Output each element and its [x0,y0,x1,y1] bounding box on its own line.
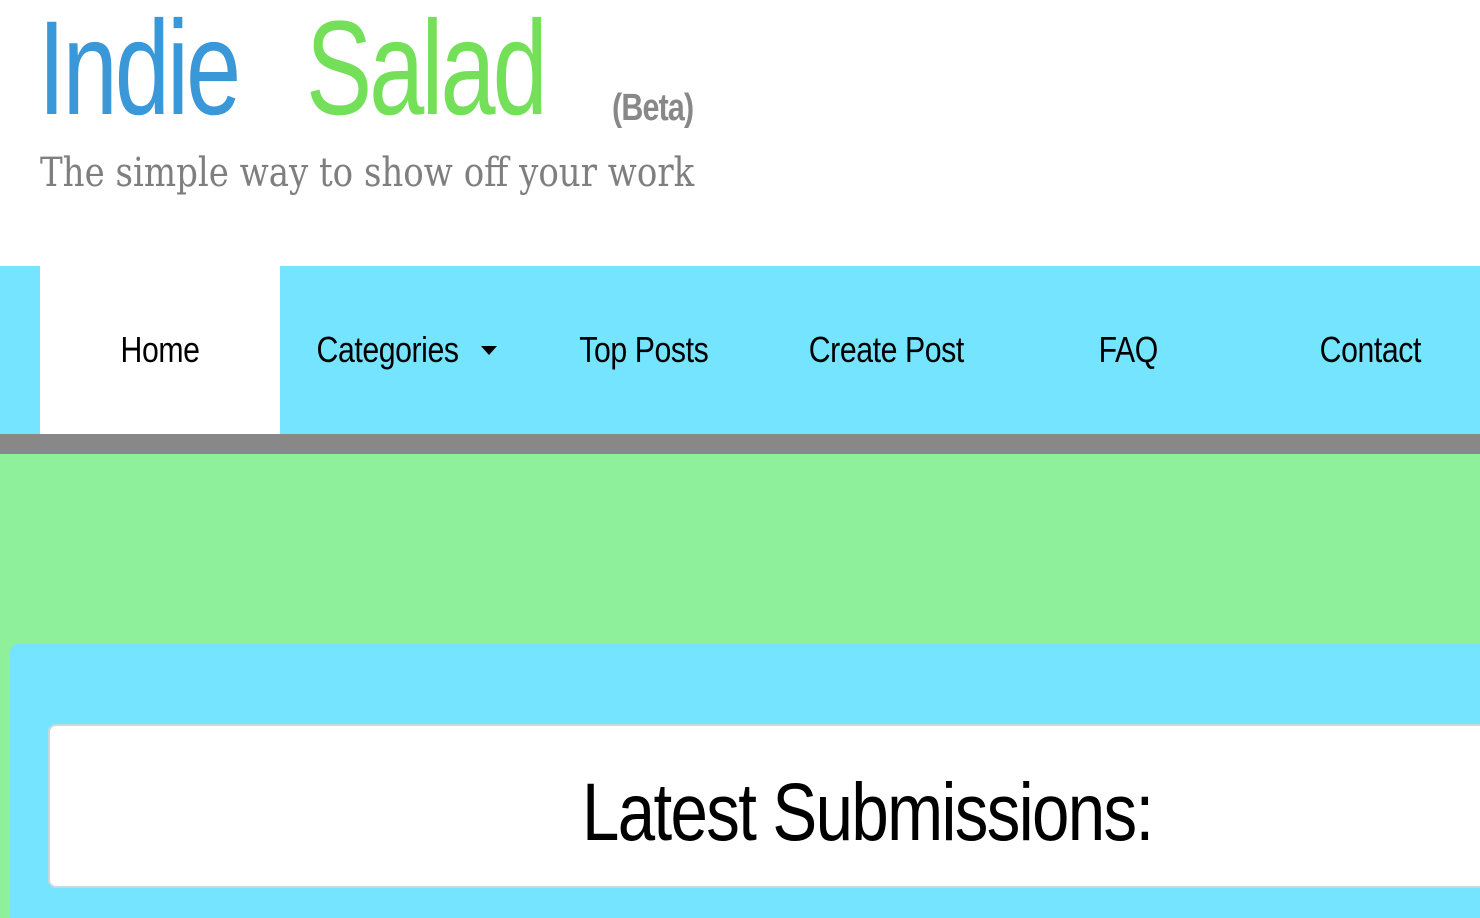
nav-item-label: Home [120,329,200,370]
nav-item-faq[interactable]: FAQ [1007,266,1249,434]
nav-item-label: Contact [1319,329,1421,370]
nav-divider [0,434,1480,454]
section-header-card: Latest Submissions: [48,724,1480,888]
nav-item-label: FAQ [1098,329,1158,370]
site-header: Indie Salad (Beta) The simple way to sho… [0,0,1480,266]
caret-down-icon [480,345,497,355]
nav-item-create-post[interactable]: Create Post [765,266,1007,434]
site-tagline: The simple way to show off your work [40,150,695,196]
nav-item-label: Categories [316,329,460,370]
nav-item-top-posts[interactable]: Top Posts [523,266,765,434]
section-title: Latest Submissions: [582,767,1154,858]
nav-item-contact[interactable]: Contact [1249,266,1480,434]
site-logo[interactable]: Indie Salad (Beta) [38,0,718,143]
nav-item-home[interactable]: Home [40,266,280,434]
nav-item-label: Create Post [808,329,964,370]
nav-item-label: Top Posts [579,329,709,370]
beta-badge: (Beta) [612,87,694,129]
logo-word-salad: Salad [306,0,548,143]
nav-item-categories[interactable]: Categories [280,266,520,434]
main-nav: Home Categories Top Posts Create Post FA… [0,266,1480,434]
logo-word-indie: Indie [38,0,241,143]
